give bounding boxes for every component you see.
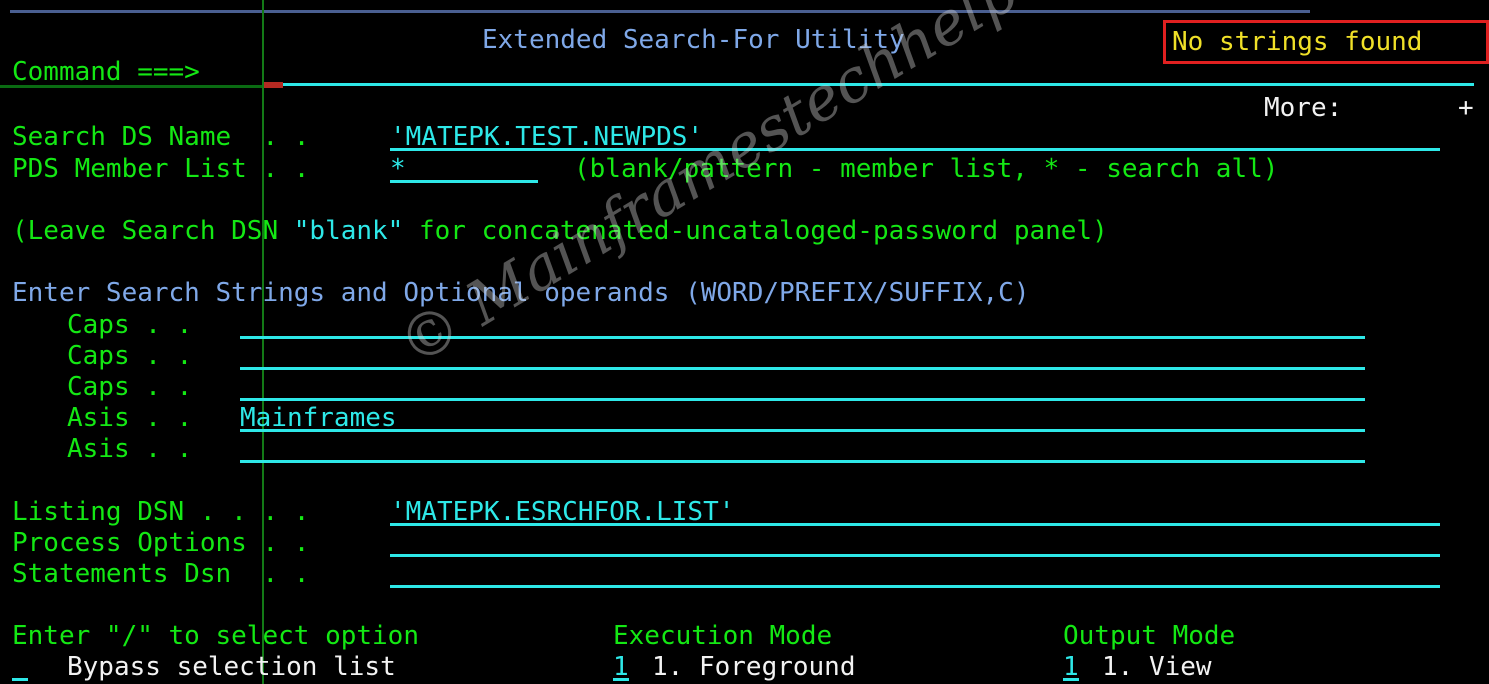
search-string-underline-0	[240, 336, 1365, 339]
listing-dsn-underline	[390, 523, 1440, 526]
more-indicator: +	[1458, 93, 1474, 123]
terminal-screen: Extended Search-For Utility No strings f…	[0, 0, 1489, 684]
output-mode-header: Output Mode	[1063, 621, 1236, 651]
listing-dsn-label: Listing DSN . . . .	[12, 497, 310, 527]
search-string-label-3: Asis . .	[67, 403, 193, 433]
output-mode-underline	[1063, 678, 1079, 681]
enter-search-strings-text: Enter Search Strings and Optional operan…	[12, 278, 686, 308]
bypass-selection-label: Bypass selection list	[67, 652, 396, 682]
search-string-underline-4	[240, 460, 1365, 463]
leave-blank-note-post: for concatenated-uncataloged-password pa…	[403, 216, 1108, 246]
leave-blank-note: (Leave Search DSN "blank" for concatenat…	[12, 216, 1108, 247]
execution-mode-option-1: 1. Foreground	[652, 652, 856, 682]
top-divider-line	[10, 10, 1310, 13]
pds-member-list-label: PDS Member List . .	[12, 154, 310, 184]
command-input[interactable]	[283, 57, 1474, 85]
process-options-underline	[390, 554, 1440, 557]
statements-dsn-label: Statements Dsn . .	[12, 559, 310, 589]
pds-member-list-underline	[390, 180, 538, 183]
enter-search-strings-operands: (WORD/PREFIX/SUFFIX,C)	[685, 278, 1030, 308]
process-options-label: Process Options . .	[12, 528, 310, 558]
leave-blank-note-pre: (Leave Search DSN	[12, 216, 294, 246]
statements-dsn-underline	[390, 585, 1440, 588]
select-option-header: Enter "/" to select option	[12, 621, 419, 651]
execution-mode-header: Execution Mode	[613, 621, 833, 651]
page-title: Extended Search-For Utility	[482, 25, 905, 55]
bypass-selection-underline	[12, 678, 28, 681]
search-string-label-0: Caps . .	[67, 310, 193, 340]
search-string-underline-1	[240, 367, 1365, 370]
enter-search-strings-header: Enter Search Strings and Optional operan…	[12, 278, 1029, 309]
search-string-underline-2	[240, 398, 1365, 401]
command-label: Command ===>	[12, 57, 200, 87]
search-string-label-1: Caps . .	[67, 341, 193, 371]
search-string-underline-3	[240, 429, 1365, 432]
command-cursor	[264, 82, 283, 88]
search-ds-name-label: Search DS Name . .	[12, 122, 310, 152]
search-string-label-2: Caps . .	[67, 372, 193, 402]
search-string-label-4: Asis . .	[67, 434, 193, 464]
pds-member-list-hint: (blank/pattern - member list, * - search…	[574, 154, 1279, 184]
leave-blank-note-quoted: "blank"	[293, 216, 404, 246]
search-ds-name-underline	[390, 148, 1440, 151]
status-message-text: No strings found	[1172, 26, 1423, 57]
output-mode-option-1: 1. View	[1102, 652, 1212, 682]
more-label: More:	[1264, 93, 1343, 123]
execution-mode-underline	[613, 678, 629, 681]
